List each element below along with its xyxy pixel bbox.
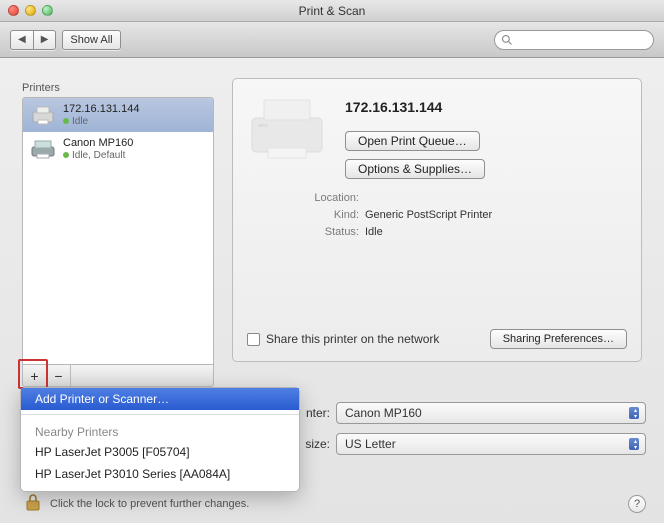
- status-dot-icon: [63, 152, 69, 158]
- printer-large-icon: [239, 89, 335, 169]
- printers-heading: Printers: [22, 82, 214, 94]
- search-input[interactable]: [494, 30, 654, 50]
- status-value: Idle: [365, 226, 383, 238]
- selected-printer-title: 172.16.131.144: [345, 99, 627, 115]
- printer-detail-panel: 172.16.131.144 Open Print Queue… Options…: [232, 78, 642, 362]
- printer-icon: [29, 137, 57, 161]
- kind-value: Generic PostScript Printer: [365, 209, 492, 221]
- default-paper-size-select[interactable]: US Letter: [336, 433, 646, 455]
- zoom-window-icon[interactable]: [42, 5, 53, 16]
- share-printer-checkbox[interactable]: [247, 333, 260, 346]
- share-printer-label: Share this printer on the network: [266, 332, 439, 346]
- back-button[interactable]: ◀: [10, 30, 34, 50]
- add-printer-scanner-item[interactable]: Add Printer or Scanner…: [21, 388, 299, 410]
- status-dot-icon: [63, 118, 69, 124]
- open-print-queue-button[interactable]: Open Print Queue…: [345, 131, 480, 151]
- sharing-preferences-button[interactable]: Sharing Preferences…: [490, 329, 627, 349]
- printers-list: 172.16.131.144 Idle Canon MP160 Idle, De…: [22, 97, 214, 365]
- menu-separator: [21, 414, 299, 415]
- window-titlebar: Print & Scan: [0, 0, 664, 22]
- add-printer-button[interactable]: +: [23, 365, 47, 386]
- location-label: Location:: [239, 192, 359, 204]
- nearby-printers-heading: Nearby Printers: [21, 419, 299, 441]
- printer-list-item[interactable]: 172.16.131.144 Idle: [23, 98, 213, 132]
- close-window-icon[interactable]: [8, 5, 19, 16]
- printer-status: Idle, Default: [63, 150, 133, 162]
- add-printer-menu: Add Printer or Scanner… Nearby Printers …: [20, 387, 300, 492]
- status-label: Status:: [239, 226, 359, 238]
- printer-name: Canon MP160: [63, 137, 133, 150]
- lock-icon[interactable]: [24, 492, 42, 515]
- printer-status: Idle: [63, 116, 139, 128]
- options-supplies-button[interactable]: Options & Supplies…: [345, 159, 485, 179]
- printer-list-item[interactable]: Canon MP160 Idle, Default: [23, 132, 213, 166]
- nav-segment: ◀ ▶: [10, 30, 56, 50]
- nearby-printer-item[interactable]: HP LaserJet P3005 [F05704]: [21, 441, 299, 463]
- printer-icon: [29, 103, 57, 127]
- help-button[interactable]: ?: [628, 495, 646, 513]
- printer-name: 172.16.131.144: [63, 103, 139, 116]
- search-icon: [501, 34, 513, 46]
- toolbar: ◀ ▶ Show All: [0, 22, 664, 58]
- kind-label: Kind:: [239, 209, 359, 221]
- show-all-button[interactable]: Show All: [62, 30, 120, 50]
- minimize-window-icon[interactable]: [25, 5, 36, 16]
- default-printer-select[interactable]: Canon MP160: [336, 402, 646, 424]
- remove-printer-button[interactable]: −: [47, 365, 71, 386]
- window-title: Print & Scan: [299, 4, 366, 18]
- forward-button[interactable]: ▶: [34, 30, 57, 50]
- printers-list-footer: + −: [22, 365, 214, 387]
- lock-hint-text: Click the lock to prevent further change…: [50, 498, 249, 510]
- nearby-printer-item[interactable]: HP LaserJet P3010 Series [AA084A]: [21, 463, 299, 485]
